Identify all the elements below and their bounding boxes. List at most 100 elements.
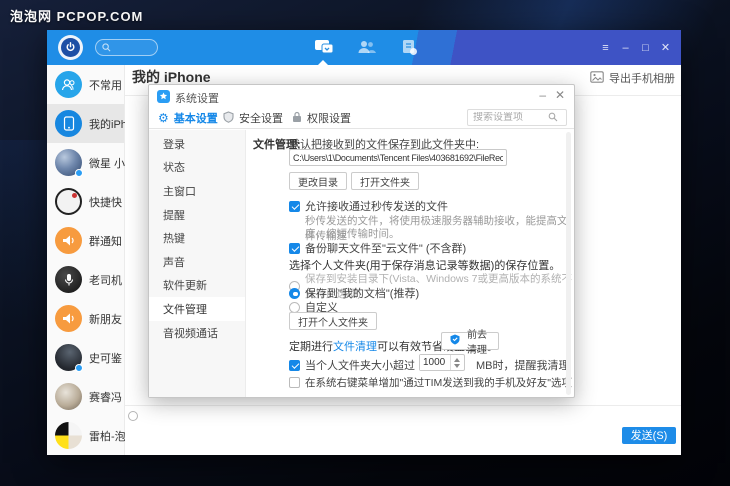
menu-item-login[interactable]: 登录 bbox=[149, 132, 245, 156]
list-item-kuaijie[interactable]: 快捷快 bbox=[47, 182, 124, 221]
go-cleanup-button[interactable]: 前去清理 bbox=[441, 330, 499, 356]
avatar bbox=[55, 188, 82, 215]
search-icon bbox=[548, 109, 558, 127]
list-item-label: 史可鉴 bbox=[89, 352, 122, 365]
emoji-icon[interactable] bbox=[128, 411, 138, 421]
contacts-tab-icon[interactable] bbox=[356, 37, 377, 57]
workspace-tab-icon[interactable] bbox=[399, 37, 420, 57]
export-photos-label: 导出手机相册 bbox=[609, 73, 675, 85]
messages-tab-icon[interactable] bbox=[313, 37, 334, 57]
gear-icon: ⚙ bbox=[158, 111, 169, 125]
flash-transfer-label: 允许接收通过秒传发送的文件 bbox=[305, 201, 448, 213]
menu-item-sound[interactable]: 声音 bbox=[149, 250, 245, 274]
context-menu-label: 在系统右键菜单增加"通过TIM发送到我的手机及好友"选项 bbox=[305, 377, 573, 389]
tab-basic-settings[interactable]: ⚙ 基本设置 bbox=[158, 107, 218, 129]
close-button[interactable]: ✕ bbox=[659, 41, 672, 54]
search-icon bbox=[102, 39, 111, 57]
list-item-label: 雷柏-泡 bbox=[89, 430, 126, 443]
cleanup-shield-icon bbox=[450, 334, 460, 348]
phone-device-icon bbox=[55, 110, 82, 137]
titlebar-search-input[interactable] bbox=[95, 39, 158, 56]
avatar bbox=[55, 383, 82, 410]
menu-item-status[interactable]: 状态 bbox=[149, 156, 245, 180]
speaker-icon bbox=[55, 305, 82, 332]
tab-label: 安全设置 bbox=[239, 113, 283, 125]
cloud-backup-label: 备份聊天文件至"云文件" (不含群) bbox=[305, 243, 467, 255]
menu-item-software-update[interactable]: 软件更新 bbox=[149, 274, 245, 298]
cleanup-prefix: 定期进行 bbox=[289, 341, 333, 353]
maximize-button[interactable]: □ bbox=[639, 42, 652, 54]
menu-item-hotkeys[interactable]: 热键 bbox=[149, 226, 245, 250]
list-item-sairuifeng[interactable]: 赛睿冯 bbox=[47, 377, 124, 416]
file-management-panel: 文件管理: 默认把接收到的文件保存到此文件夹中: 更改目录 打开文件夹 允许接收… bbox=[246, 130, 574, 397]
microphone-icon bbox=[55, 266, 82, 293]
list-item-group-notify[interactable]: 群通知 bbox=[47, 221, 124, 260]
list-item-label: 新朋友 bbox=[89, 313, 122, 326]
tim-main-window: ≡ – □ ✕ 不常用 我的iPh 微星 小 快捷快 群通知 老司机 新朋友 史… bbox=[47, 30, 681, 455]
dialog-minimize-button[interactable]: – bbox=[539, 88, 546, 102]
tab-security-settings[interactable]: 安全设置 bbox=[223, 107, 283, 129]
status-badge bbox=[75, 364, 83, 372]
list-item-rapoo[interactable]: 雷柏-泡 bbox=[47, 416, 126, 455]
list-item-new-friends[interactable]: 新朋友 bbox=[47, 299, 124, 338]
spinner-arrows[interactable] bbox=[450, 355, 462, 370]
divider bbox=[125, 405, 681, 406]
dialog-title: 系统设置 bbox=[175, 93, 219, 105]
list-item-infrequent[interactable]: 不常用 bbox=[47, 65, 124, 104]
open-folder-button[interactable]: 打开文件夹 bbox=[351, 172, 419, 190]
folder-size-checkbox[interactable] bbox=[289, 359, 300, 371]
menu-item-file-management[interactable]: 文件管理 bbox=[149, 297, 245, 321]
send-button[interactable]: 发送(S) bbox=[622, 427, 676, 444]
settings-search-box bbox=[467, 109, 567, 126]
export-photos-button[interactable]: 导出手机相册 bbox=[590, 70, 675, 86]
tab-label: 权限设置 bbox=[307, 113, 351, 125]
list-item-shikejian[interactable]: 史可鉴 bbox=[47, 338, 124, 377]
flash-transfer-row: 允许接收通过秒传发送的文件 bbox=[289, 198, 448, 214]
flash-transfer-checkbox[interactable] bbox=[289, 200, 300, 212]
list-item-weixing[interactable]: 微星 小 bbox=[47, 143, 126, 182]
context-menu-checkbox[interactable] bbox=[289, 377, 300, 388]
app-logo bbox=[58, 35, 83, 60]
list-item-label: 快捷快 bbox=[89, 196, 122, 209]
image-icon bbox=[590, 70, 604, 86]
system-settings-dialog: 系统设置 – ✕ ⚙ 基本设置 安全设置 权限设置 搜索设置项 登录 状态 主窗… bbox=[148, 84, 575, 398]
file-cleanup-link[interactable]: 文件清理 bbox=[333, 341, 377, 353]
spin-down-icon[interactable] bbox=[453, 363, 460, 368]
menu-item-reminder[interactable]: 提醒 bbox=[149, 203, 245, 227]
spin-up-icon[interactable] bbox=[453, 357, 460, 362]
list-item-laosiji[interactable]: 老司机 bbox=[47, 260, 124, 299]
conversation-sidebar: 不常用 我的iPh 微星 小 快捷快 群通知 老司机 新朋友 史可鉴 赛睿冯 雷… bbox=[47, 65, 127, 455]
list-item-label: 群通知 bbox=[89, 235, 122, 248]
save-path-input[interactable] bbox=[289, 149, 507, 166]
tab-permission-settings[interactable]: 权限设置 bbox=[292, 107, 351, 129]
settings-menu: 登录 状态 主窗口 提醒 热键 声音 软件更新 文件管理 音视频通话 bbox=[149, 130, 246, 397]
context-menu-row: 在系统右键菜单增加"通过TIM发送到我的手机及好友"选项 bbox=[289, 375, 572, 390]
menu-item-main-window[interactable]: 主窗口 bbox=[149, 179, 245, 203]
watermark: 泡泡网 PCPOP.COM bbox=[10, 9, 144, 24]
dialog-close-button[interactable]: ✕ bbox=[555, 88, 565, 102]
tab-label: 基本设置 bbox=[173, 113, 218, 125]
menu-item-av-calls[interactable]: 音视频通话 bbox=[149, 321, 245, 345]
change-directory-button[interactable]: 更改目录 bbox=[289, 172, 347, 190]
list-item-label: 微星 小 bbox=[89, 157, 126, 170]
tim-app-icon bbox=[157, 90, 170, 103]
settings-tab-bar: ⚙ 基本设置 安全设置 权限设置 bbox=[149, 107, 574, 129]
flash-help-line2: 度，缩短传输时间。 bbox=[305, 228, 400, 240]
settings-search-input[interactable] bbox=[468, 112, 548, 123]
open-personal-folder-button[interactable]: 打开个人文件夹 bbox=[289, 312, 377, 330]
avatar bbox=[55, 149, 83, 177]
radio-my-docs[interactable] bbox=[289, 287, 300, 299]
avatar bbox=[55, 422, 82, 449]
main-menu-button[interactable]: ≡ bbox=[599, 42, 612, 54]
radio-custom[interactable] bbox=[289, 301, 300, 313]
folder-size-row: 当个人文件夹大小超过 MB时，提醒我清理 bbox=[289, 354, 570, 373]
cloud-backup-row: 备份聊天文件至"云文件" (不含群) bbox=[289, 240, 466, 256]
size-value-input[interactable] bbox=[420, 355, 450, 370]
dialog-scrollbar[interactable] bbox=[566, 132, 571, 395]
shield-icon bbox=[223, 110, 234, 126]
window-controls: ≡ – □ ✕ bbox=[599, 30, 672, 65]
list-item-my-iphone[interactable]: 我的iPh bbox=[47, 104, 127, 143]
folder-size-prefix: 当个人文件夹大小超过 bbox=[305, 360, 415, 372]
minimize-button[interactable]: – bbox=[619, 42, 632, 54]
cloud-backup-checkbox[interactable] bbox=[289, 242, 300, 254]
